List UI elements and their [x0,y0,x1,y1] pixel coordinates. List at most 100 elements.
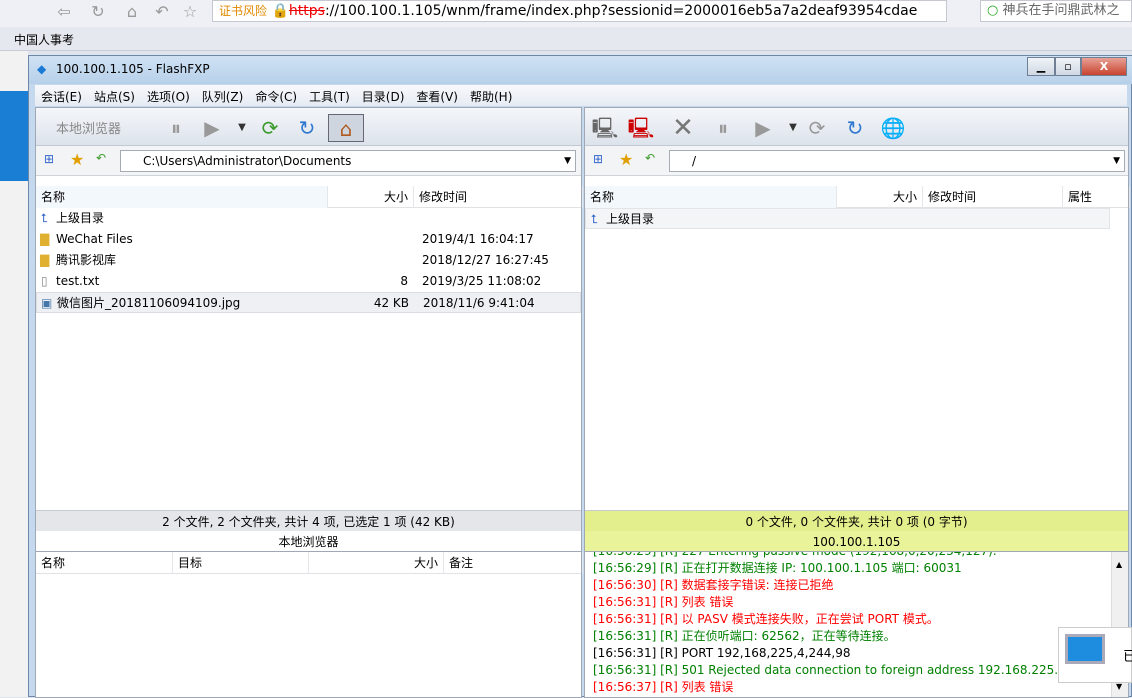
log-line: [16:56:31] [R] 正在侦听端口: 62562，正在等待连接。 [593,629,896,643]
column-name[interactable]: 名称 [36,186,328,208]
menu-help[interactable]: 帮助(H) [464,85,518,108]
file-row[interactable]: ▇ WeChat Files 2019/4/1 16:04:17 [36,229,581,250]
menu-view[interactable]: 查看(V) [410,85,464,108]
url-rest: ://100.100.1.105/wnm/frame/index.php?ses… [324,3,918,19]
local-status: 2 个文件, 2 个文件夹, 共计 4 项, 已选定 1 项 (42 KB) [36,510,581,532]
play-icon[interactable]: ▶ [198,114,226,142]
column-size[interactable]: 大小 [328,186,414,208]
local-path-input[interactable]: C:\Users\Administrator\Documents ▼ [120,150,576,172]
play-icon[interactable]: ▶ [749,114,777,142]
local-browser-button[interactable]: 本地浏览器 [56,118,121,137]
remote-path-input[interactable]: / ▼ [669,150,1125,172]
log-line: [16:56:31] [R] PORT 192,168,225,4,244,98 [593,646,851,660]
menu-directory[interactable]: 目录(D) [356,85,411,108]
scroll-up-icon: ▲ [1116,560,1123,569]
menu-queue[interactable]: 队列(Z) [196,85,250,108]
search-text: 神兵在手问鼎武林之 [1002,3,1120,18]
log-line: [16:56:29] [R] 227 Entering passive mode… [593,551,997,558]
queue-col-name[interactable]: 名称 [36,552,173,574]
menu-commands[interactable]: 命令(C) [249,85,303,108]
folder-icon: ▇ [40,253,50,267]
log-line: [16:56:31] [R] 501 Rejected data connect… [593,663,1093,677]
close-button[interactable]: X [1081,57,1127,76]
chevron-down-icon[interactable]: ▼ [1113,151,1120,171]
dropdown-arrow-icon[interactable]: ▼ [228,114,256,142]
menu-sites[interactable]: 站点(S) [88,85,141,108]
minimize-button[interactable]: ▁ [1027,57,1055,76]
queue-panel: 名称 目标 大小 备注 [35,551,583,698]
address-bar[interactable]: 证书风险 🔒https://100.100.1.105/wnm/frame/in… [212,0,947,22]
tree-icon[interactable]: ⊞ [44,152,54,166]
window-title: 100.100.1.105 - FlashFXP [56,62,210,76]
menu-bar: 会话(E) 站点(S) 选项(O) 队列(Z) 命令(C) 工具(T) 目录(D) 查看(V)… [35,85,1127,106]
log-line: [16:56:31] [R] 以 PASV 模式连接失败，正在尝试 PORT 模… [593,612,939,626]
search-box[interactable]: ○ 神兵在手问鼎武林之 [980,0,1132,22]
monitor-icon [1065,634,1105,664]
queue-col-notes[interactable]: 备注 [444,552,583,574]
home-icon[interactable]: ⌂ [328,114,364,142]
remote-column-header: 名称 大小 修改时间 属性 [585,186,1130,208]
local-column-header: 名称 大小 修改时间 [36,186,583,208]
column-modified[interactable]: 修改时间 [923,186,1063,208]
star-icon[interactable]: ☆ [180,2,200,22]
undo-icon[interactable]: ↶ [152,2,172,22]
log-line: [16:56:29] [R] 正在打开数据连接 IP: 100.100.1.10… [593,561,962,575]
local-path-text: C:\Users\Administrator\Documents [143,154,352,168]
refresh-icon[interactable]: ↻ [293,114,321,142]
file-row[interactable]: ▇ 腾讯影视库 2018/12/27 16:27:45 [36,250,581,271]
connect-refresh-icon[interactable]: ⟳ [803,114,831,142]
disconnect-icon[interactable]: 🖳 [627,114,655,142]
lock-icon: 🔒 [271,3,289,19]
cert-risk: 证书风险 [219,4,268,18]
pause-icon[interactable]: ⏸ [162,114,190,142]
favorites-star-icon[interactable]: ★ [619,150,633,169]
menu-options[interactable]: 选项(O) [141,85,196,108]
file-icon: ▯ [41,274,48,288]
file-row-parent[interactable]: ⮤ 上级目录 [36,208,581,229]
local-path-bar: ⊞ ★ ↶ C:\Users\Administrator\Documents ▼ [36,146,581,176]
menu-tools[interactable]: 工具(T) [303,85,356,108]
abort-icon[interactable]: ✕ [669,114,697,142]
go-up-icon[interactable]: ↶ [96,151,106,165]
go-up-icon[interactable]: ↶ [645,151,655,165]
folder-icon: ▇ [40,232,50,246]
refresh-icon[interactable]: ↻ [88,2,108,22]
file-row[interactable]: ▯ test.txt 8 2019/3/25 11:08:02 [36,271,581,292]
menu-session[interactable]: 会话(E) [35,85,88,108]
favorites-star-icon[interactable]: ★ [70,150,84,169]
column-size[interactable]: 大小 [837,186,923,208]
refresh-icon[interactable]: ↻ [841,114,869,142]
notification-popup[interactable]: 已 [1058,627,1132,683]
connect-icon[interactable]: 🖳 [591,114,619,142]
file-row-selected[interactable]: ▣ 微信图片_20181106094109.jpg 42 KB 2018/11/6 9… [36,292,581,313]
pause-icon[interactable]: ⏸ [709,114,737,142]
browser-toolbar: ⇦ ↻ ⌂ ↶ ☆ 证书风险 🔒https://100.100.1.105/wn… [0,0,1132,27]
column-modified[interactable]: 修改时间 [414,186,583,208]
bookmark-item[interactable]: 中国人事考 [14,31,74,48]
connect-refresh-icon[interactable]: ⟳ [256,114,284,142]
remote-pane: 🖳 🖳 ✕ ⏸ ▶ ▼ ⟳ ↻ 🌐 ⊞ ★ ↶ / ▼ 名称 大小 修改时间 属性… [584,107,1130,553]
tree-icon[interactable]: ⊞ [593,152,603,166]
local-file-list: ⮤ 上级目录 ▇ WeChat Files 2019/4/1 16:04:17 ▇ 腾讯… [36,208,581,313]
log-line: [16:56:37] [R] 列表 错误 [593,680,734,694]
image-file-icon: ▣ [41,296,53,310]
local-pane-label: 本地浏览器 [36,531,581,553]
queue-col-target[interactable]: 目标 [173,552,309,574]
column-attributes[interactable]: 属性 [1063,186,1130,208]
column-name[interactable]: 名称 [585,186,837,208]
local-toolbar: 本地浏览器 ⏸ ▶ ▼ ⟳ ↻ ⌂ [36,108,581,146]
chevron-down-icon[interactable]: ▼ [564,151,571,171]
home-icon[interactable]: ⌂ [122,2,142,22]
queue-col-size[interactable]: 大小 [309,552,444,574]
file-row-parent[interactable]: ⮤ 上级目录 [585,208,1110,229]
back-icon[interactable]: ⇦ [54,2,74,22]
remote-status: 0 个文件, 0 个文件夹, 共计 0 项 (0 字节) [585,510,1128,532]
flashfxp-window: ◆ 100.100.1.105 - FlashFXP ▁ ▫ X 会话(E) 站点… [28,55,1132,698]
queue-header: 名称 目标 大小 备注 [36,552,583,574]
remote-file-list: ⮤ 上级目录 [585,208,1128,229]
maximize-button[interactable]: ▫ [1055,57,1081,76]
local-pane: 本地浏览器 ⏸ ▶ ▼ ⟳ ↻ ⌂ ⊞ ★ ↶ C:\Users\Adminis… [35,107,583,553]
globe-icon[interactable]: 🌐 [879,114,907,142]
log-panel: [16:56:29] [R] 227 Entering passive mode… [584,551,1129,698]
log-lines: [16:56:29] [R] 227 Entering passive mode… [585,551,1128,694]
